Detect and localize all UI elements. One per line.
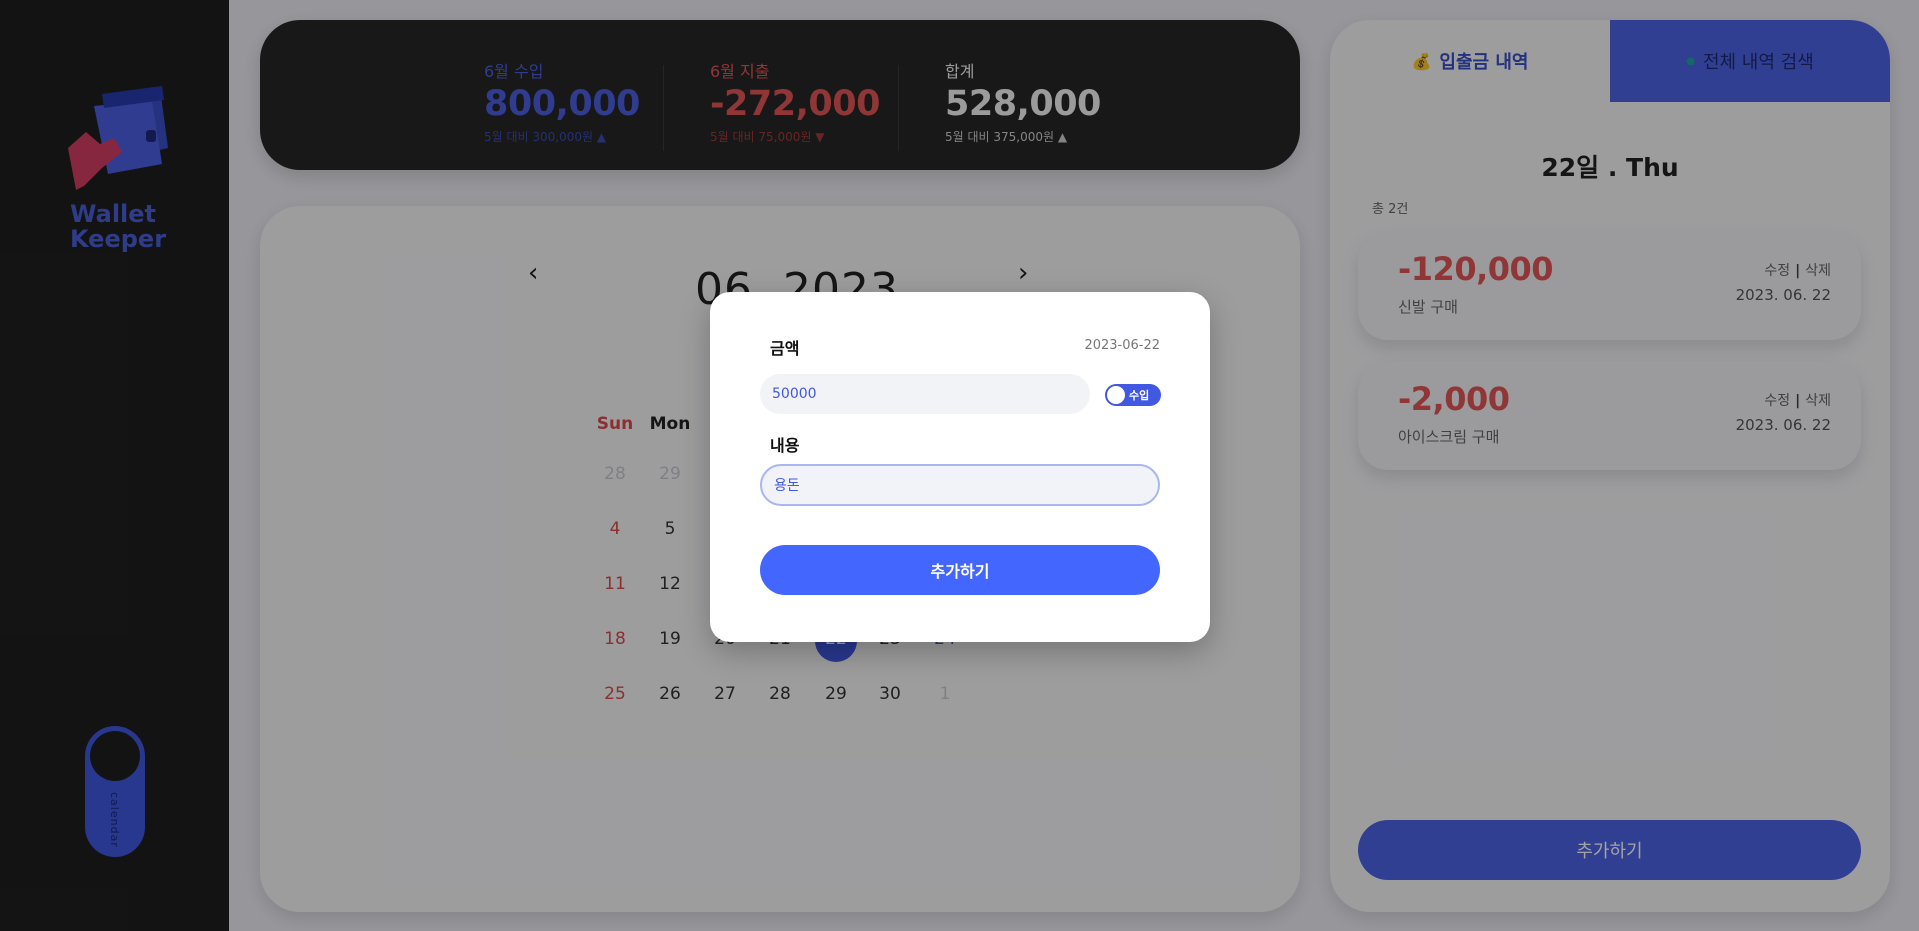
content-label: 내용 [770, 436, 800, 455]
add-transaction-modal: 금액 2023-06-22 수입 내용 추가하기 [710, 292, 1210, 642]
amount-input[interactable] [760, 374, 1090, 414]
content-input[interactable] [760, 464, 1160, 506]
amount-label: 금액 [770, 339, 800, 358]
toggle-label: 수입 [1129, 389, 1150, 402]
modal-date: 2023-06-22 [1084, 338, 1160, 353]
toggle-knob [1107, 386, 1125, 404]
income-expense-toggle[interactable]: 수입 [1105, 384, 1161, 406]
submit-button[interactable]: 추가하기 [760, 545, 1160, 595]
